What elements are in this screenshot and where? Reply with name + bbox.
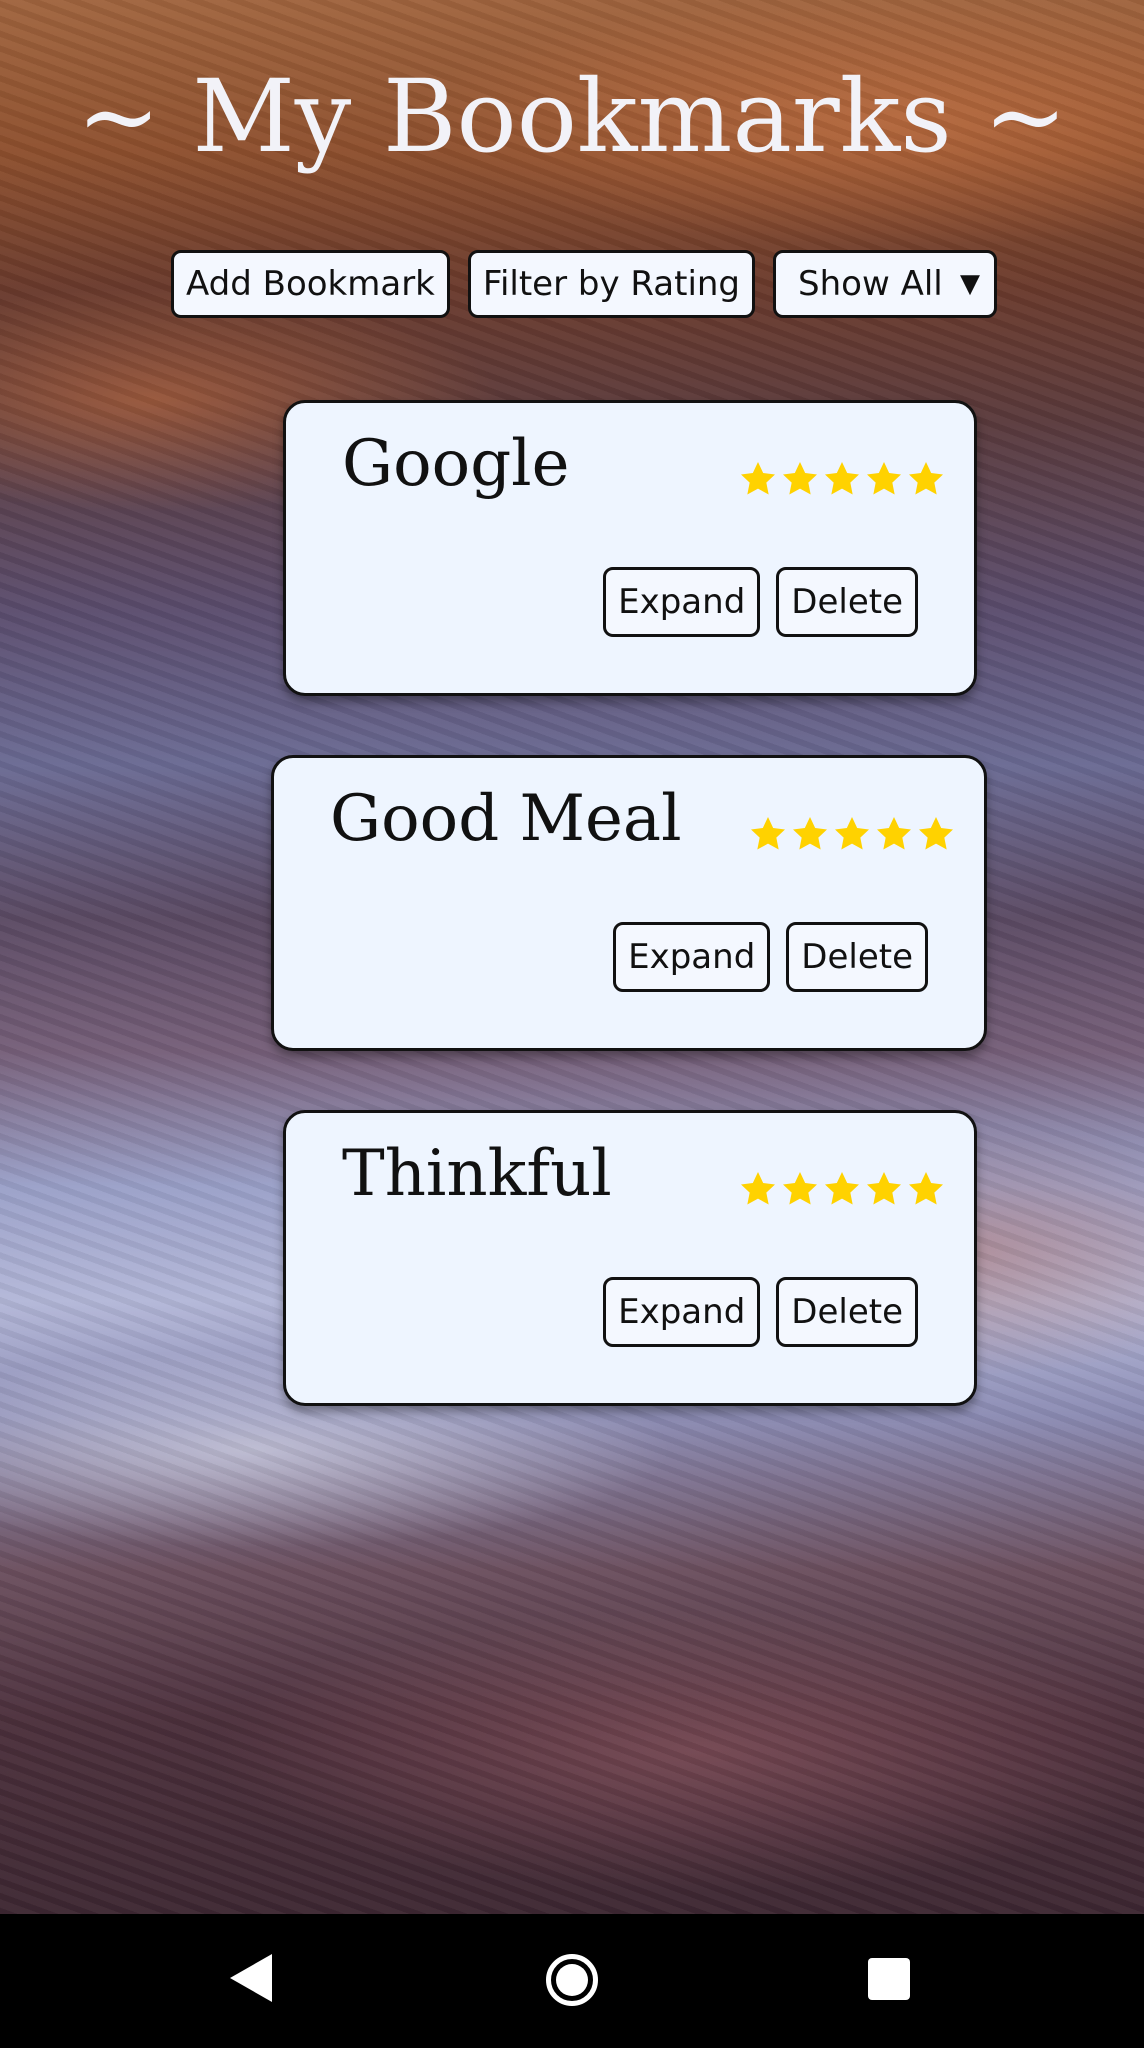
star-icon — [822, 459, 862, 499]
recent-apps-icon[interactable] — [868, 1958, 910, 2000]
star-icon — [790, 814, 830, 854]
page-title: ~ My Bookmarks ~ — [76, 58, 1068, 175]
bookmark-actions: Expand Delete — [603, 1277, 918, 1347]
star-icon — [916, 814, 956, 854]
back-icon[interactable] — [230, 1954, 272, 2002]
rating-stars — [738, 459, 946, 499]
bookmark-card: Good Meal Expand Delete — [271, 755, 987, 1051]
expand-button[interactable]: Expand — [603, 567, 761, 637]
bookmark-actions: Expand Delete — [603, 567, 918, 637]
rating-filter-select[interactable]: Show All ▼ — [773, 250, 998, 318]
delete-button[interactable]: Delete — [776, 567, 918, 637]
rating-stars — [738, 1169, 946, 1209]
star-icon — [832, 814, 872, 854]
rating-stars — [748, 814, 956, 854]
star-icon — [906, 1169, 946, 1209]
delete-button[interactable]: Delete — [786, 922, 928, 992]
star-icon — [906, 459, 946, 499]
bookmark-title: Thinkful — [342, 1137, 612, 1211]
star-icon — [748, 814, 788, 854]
star-icon — [780, 459, 820, 499]
filter-by-rating-button[interactable]: Filter by Rating — [467, 250, 756, 318]
star-icon — [738, 459, 778, 499]
star-icon — [780, 1169, 820, 1209]
add-bookmark-button[interactable]: Add Bookmark — [171, 250, 450, 318]
rating-filter-value: Show All — [798, 264, 943, 304]
toolbar: Add Bookmark Filter by Rating Show All ▼ — [171, 250, 998, 320]
star-icon — [874, 814, 914, 854]
star-icon — [864, 1169, 904, 1209]
expand-button[interactable]: Expand — [603, 1277, 761, 1347]
caret-down-icon: ▼ — [960, 269, 981, 299]
star-icon — [738, 1169, 778, 1209]
delete-button[interactable]: Delete — [776, 1277, 918, 1347]
expand-button[interactable]: Expand — [613, 922, 771, 992]
star-icon — [864, 459, 904, 499]
bookmark-actions: Expand Delete — [613, 922, 928, 992]
system-nav-bar — [0, 1914, 1144, 2048]
home-icon[interactable] — [546, 1954, 598, 2006]
bookmark-card: Thinkful Expand Delete — [283, 1110, 977, 1406]
bookmark-title: Good Meal — [330, 782, 682, 856]
bookmark-title: Google — [342, 427, 570, 501]
star-icon — [822, 1169, 862, 1209]
bookmark-card: Google Expand Delete — [283, 400, 977, 696]
